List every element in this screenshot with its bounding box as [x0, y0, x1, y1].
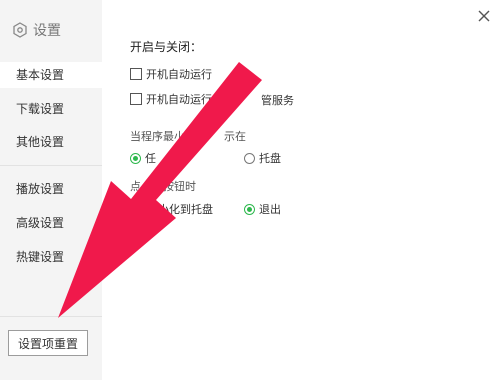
red-arrow-shape	[58, 62, 262, 318]
red-arrow-annotation	[58, 62, 262, 318]
